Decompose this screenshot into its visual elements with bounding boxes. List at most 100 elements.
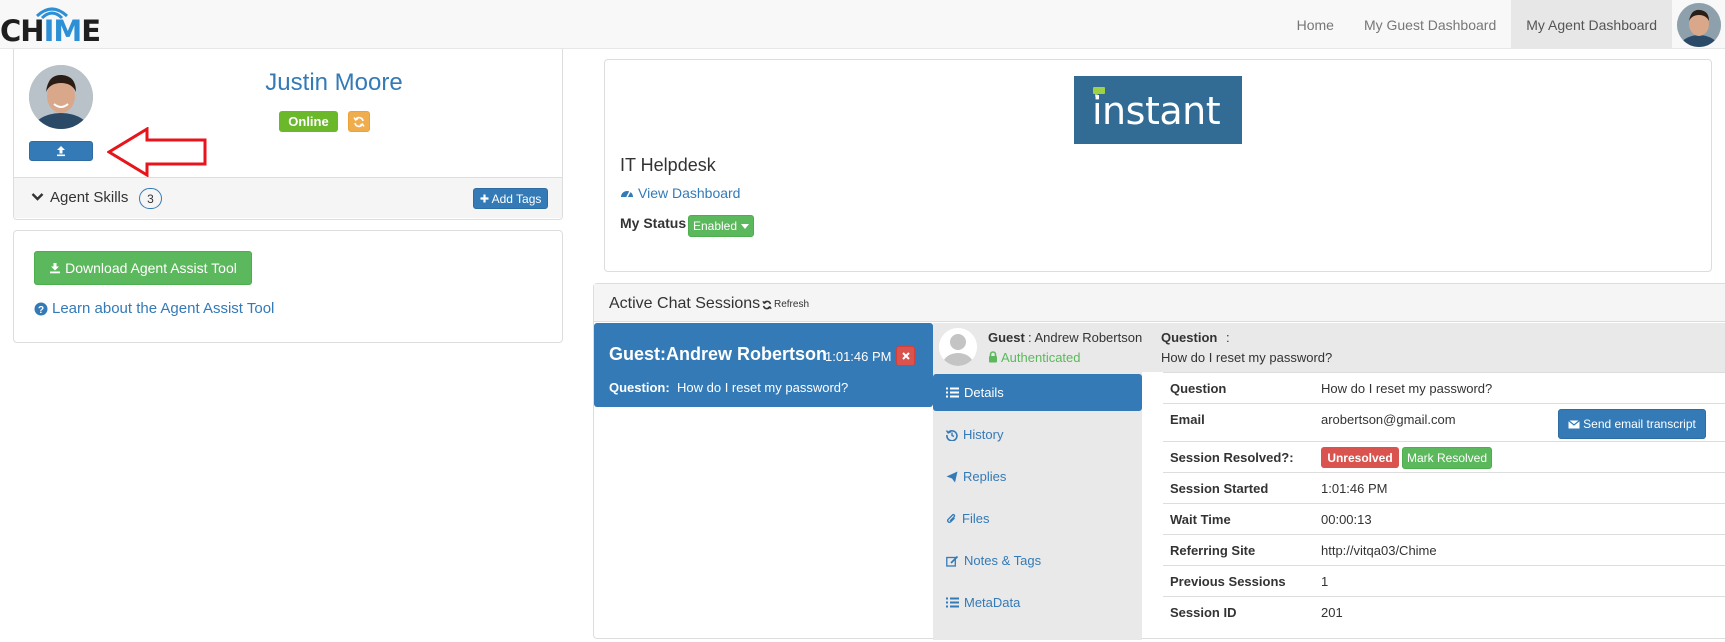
tab-notes-tags[interactable]: Notes & Tags (933, 542, 1142, 579)
top-navbar: CHIME Home My Guest Dashboard My Agent D… (0, 0, 1725, 49)
refresh-status-button[interactable] (348, 111, 370, 132)
tab-replies-label: Replies (963, 469, 1007, 484)
send-icon (946, 471, 958, 482)
view-dashboard-label: View Dashboard (638, 185, 741, 201)
refresh-sessions-link[interactable]: Refresh (762, 299, 809, 310)
tab-notes-tags-label: Notes & Tags (964, 553, 1042, 568)
nav-agent-dashboard[interactable]: My Agent Dashboard (1511, 0, 1672, 49)
row-value: 00:00:13 (1321, 512, 1372, 527)
tab-metadata[interactable]: MetaData (933, 584, 1142, 621)
download-assist-tool-button[interactable]: Download Agent Assist Tool (34, 251, 252, 285)
agent-skills-label[interactable]: Agent Skills (50, 189, 128, 206)
plus-icon (480, 194, 489, 203)
send-email-transcript-button[interactable]: Send email transcript (1558, 409, 1706, 439)
detail-question-colon: : (1226, 330, 1230, 345)
session-tabs: Details History Replies Files Notes & Ta… (933, 372, 1142, 640)
learn-assist-tool-link[interactable]: ? Learn about the Agent Assist Tool (34, 300, 274, 317)
table-row: Question How do I reset my password? (1163, 372, 1725, 403)
row-value: arobertson@gmail.com (1321, 412, 1456, 427)
mark-resolved-button[interactable]: Mark Resolved (1402, 447, 1492, 469)
row-value: 1 (1321, 574, 1329, 589)
profile-panel: Justin Moore Online Agent Skills 3 Add T… (13, 49, 563, 220)
row-value: http://vitqa03/Chime (1321, 543, 1437, 558)
agent-skills-header: Agent Skills 3 Add Tags (14, 177, 562, 218)
refresh-icon (762, 300, 772, 309)
agent-name: Justin Moore (265, 69, 403, 96)
tab-details[interactable]: Details (933, 374, 1142, 411)
row-value: 201 (1321, 605, 1343, 620)
row-key: Wait Time (1170, 512, 1231, 527)
chevron-down-icon[interactable] (31, 192, 44, 202)
queue-name: IT Helpdesk (620, 155, 716, 175)
dashboard-icon (621, 191, 633, 198)
nav-home[interactable]: Home (1282, 0, 1349, 49)
view-dashboard-link[interactable]: View Dashboard (620, 185, 740, 201)
nav-links: Home My Guest Dashboard My Agent Dashboa… (1282, 0, 1725, 49)
session-card-question: How do I reset my password? (677, 380, 849, 395)
session-card-guest-prefix: Guest: (609, 344, 667, 364)
list-icon (946, 387, 959, 398)
lock-icon (989, 351, 997, 363)
add-tags-label: Add Tags (491, 191, 542, 206)
assist-tool-panel: Download Agent Assist Tool ? Learn about… (13, 230, 563, 343)
row-key: Session Resolved?: (1170, 450, 1294, 465)
details-table: Question How do I reset my password? Ema… (1163, 372, 1725, 640)
row-key: Previous Sessions (1170, 574, 1286, 589)
chime-logo[interactable]: CHIME (0, 4, 101, 48)
guest-avatar (939, 328, 977, 366)
close-icon (901, 352, 910, 360)
session-card-question-label: Question: (609, 380, 670, 395)
logo-text-part: E (81, 14, 101, 48)
user-menu[interactable] (1672, 0, 1725, 49)
active-sessions-title: Active Chat Sessions (609, 295, 761, 312)
table-row: Session Started 1:01:46 PM (1163, 472, 1725, 503)
table-row: Referring Site http://vitqa03/Chime (1163, 534, 1725, 565)
session-card-guest-name: Andrew Robertson (666, 344, 828, 364)
tab-metadata-label: MetaData (964, 595, 1021, 610)
session-card[interactable]: Guest: Andrew Robertson 1:01:46 PM Quest… (594, 323, 933, 407)
svg-text:?: ? (38, 305, 44, 316)
row-key: Session ID (1170, 605, 1237, 620)
tab-replies[interactable]: Replies (933, 458, 1142, 495)
refresh-icon (353, 116, 365, 127)
authenticated-status: Authenticated (1001, 350, 1081, 365)
session-detail-header: Guest : Andrew Robertson Authenticated Q… (933, 323, 1725, 372)
detail-question: How do I reset my password? (1161, 350, 1333, 365)
question-circle-icon: ? (34, 302, 48, 316)
session-card-time: 1:01:46 PM (825, 349, 892, 364)
instant-logo: instant (1074, 76, 1242, 144)
add-tags-button[interactable]: Add Tags (473, 188, 548, 209)
annotation-arrow-icon (107, 127, 207, 177)
close-session-button[interactable] (896, 346, 915, 366)
user-placeholder-icon (939, 328, 977, 366)
my-status-value: Enabled (692, 219, 738, 233)
avatar (1676, 2, 1721, 47)
active-sessions-header: Active Chat Sessions Refresh (594, 284, 1725, 322)
table-row: Email arobertson@gmail.com Send email tr… (1163, 403, 1725, 441)
row-value: How do I reset my password? (1321, 381, 1493, 396)
tab-files[interactable]: Files (933, 500, 1142, 537)
my-status-dropdown[interactable]: Enabled (688, 215, 754, 237)
queue-panel: instant IT Helpdesk View Dashboard My St… (604, 59, 1712, 272)
nav-guest-dashboard[interactable]: My Guest Dashboard (1349, 0, 1511, 49)
row-value: 1:01:46 PM (1321, 481, 1388, 496)
refresh-sessions-label: Refresh (774, 299, 810, 310)
tab-history-label: History (963, 427, 1004, 442)
tab-history[interactable]: History (933, 416, 1142, 453)
upload-photo-button[interactable] (29, 141, 93, 161)
history-icon (946, 429, 958, 441)
list-icon (946, 597, 959, 608)
guest-name: : Andrew Robertson (1028, 330, 1143, 345)
download-icon (50, 263, 61, 274)
table-row: Wait Time 00:00:13 (1163, 503, 1725, 534)
skills-count-badge: 3 (139, 188, 162, 209)
table-row: Session ID 201 (1163, 596, 1725, 627)
learn-assist-tool-label: Learn about the Agent Assist Tool (52, 300, 275, 317)
active-sessions-panel: Active Chat Sessions Refresh Guest: Andr… (593, 283, 1725, 640)
logo-text-highlight: IM (43, 14, 83, 48)
detail-question-label: Question (1161, 330, 1218, 345)
row-key: Referring Site (1170, 543, 1256, 558)
download-assist-tool-label: Download Agent Assist Tool (65, 260, 237, 276)
online-status-badge[interactable]: Online (279, 111, 338, 132)
paperclip-icon (947, 513, 956, 523)
